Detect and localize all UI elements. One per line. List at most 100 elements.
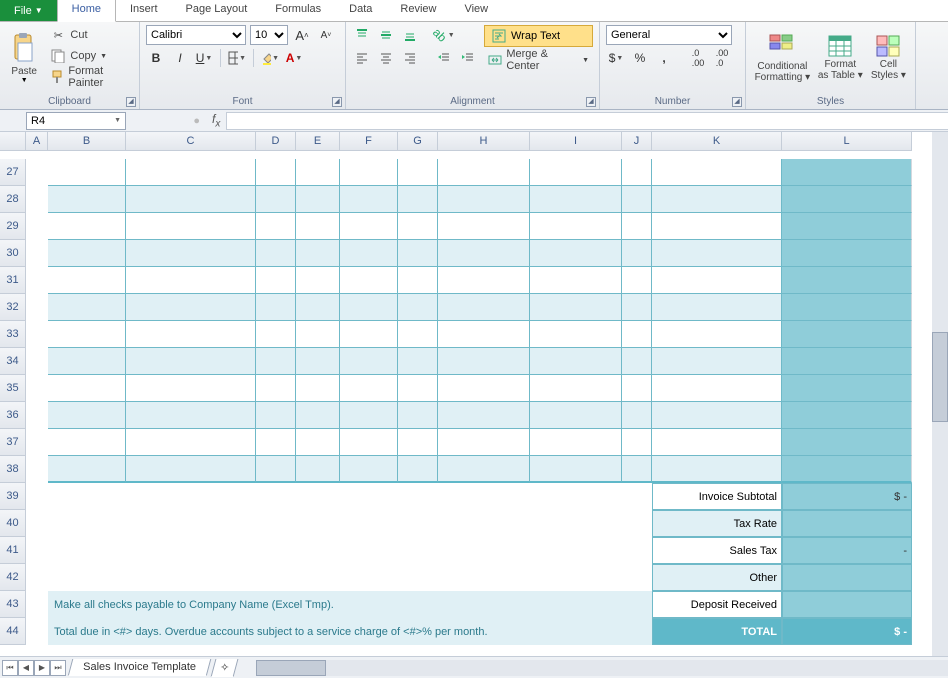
decrease-font-button[interactable]: A˅ xyxy=(316,25,336,45)
cell-C27[interactable] xyxy=(126,159,256,186)
row-header-42[interactable]: 42 xyxy=(0,564,26,591)
cell-H32[interactable] xyxy=(438,294,530,321)
cell-C39[interactable] xyxy=(126,483,256,510)
cell-H39[interactable] xyxy=(438,483,530,510)
cell-G36[interactable] xyxy=(398,402,438,429)
cell-F37[interactable] xyxy=(340,429,398,456)
cell-F36[interactable] xyxy=(340,402,398,429)
cell-B32[interactable] xyxy=(48,294,126,321)
vertical-scrollbar[interactable] xyxy=(932,132,948,656)
cell-J30[interactable] xyxy=(622,240,652,267)
format-painter-button[interactable]: Format Painter xyxy=(46,67,133,87)
cell-B39[interactable] xyxy=(48,483,126,510)
row-header-44[interactable]: 44 xyxy=(0,618,26,645)
cell-K39[interactable]: Invoice Subtotal xyxy=(652,483,782,510)
align-middle-button[interactable] xyxy=(376,25,396,45)
row-header-43[interactable]: 43 xyxy=(0,591,26,618)
cell-G39[interactable] xyxy=(398,483,438,510)
cell-J36[interactable] xyxy=(622,402,652,429)
cell-H40[interactable] xyxy=(438,510,530,537)
decrease-indent-button[interactable] xyxy=(434,48,454,68)
cell-L28[interactable] xyxy=(782,186,912,213)
cell-I33[interactable] xyxy=(530,321,622,348)
row-header-41[interactable]: 41 xyxy=(0,537,26,564)
cell-C41[interactable] xyxy=(126,537,256,564)
cell-G28[interactable] xyxy=(398,186,438,213)
column-header-E[interactable]: E xyxy=(296,132,340,151)
horizontal-scrollbar[interactable] xyxy=(256,660,948,676)
fx-icon[interactable]: fx xyxy=(212,112,220,129)
cell-B38[interactable] xyxy=(48,456,126,483)
cell-H27[interactable] xyxy=(438,159,530,186)
cell-B44[interactable]: Total due in <#> days. Overdue accounts … xyxy=(48,618,652,645)
number-format-select[interactable]: General xyxy=(606,25,732,45)
cell-A28[interactable] xyxy=(26,186,48,213)
cell-K33[interactable] xyxy=(652,321,782,348)
tab-page-layout[interactable]: Page Layout xyxy=(172,0,262,21)
cell-E36[interactable] xyxy=(296,402,340,429)
cell-L27[interactable] xyxy=(782,159,912,186)
cell-I29[interactable] xyxy=(530,213,622,240)
cell-D34[interactable] xyxy=(256,348,296,375)
cell-E37[interactable] xyxy=(296,429,340,456)
row-header-38[interactable]: 38 xyxy=(0,456,26,483)
borders-button[interactable]: ▼ xyxy=(227,48,247,68)
decrease-decimal-button[interactable]: .00.0 xyxy=(712,48,732,68)
tab-file[interactable]: File▼ xyxy=(0,0,57,21)
cell-D42[interactable] xyxy=(256,564,296,591)
cell-L40[interactable] xyxy=(782,510,912,537)
cell-J38[interactable] xyxy=(622,456,652,483)
cell-H34[interactable] xyxy=(438,348,530,375)
percent-format-button[interactable]: % xyxy=(630,48,650,68)
merge-center-button[interactable]: Merge & Center▼ xyxy=(484,50,593,70)
fill-color-button[interactable]: ▼ xyxy=(260,48,280,68)
cell-J42[interactable] xyxy=(622,564,652,591)
row-header-32[interactable]: 32 xyxy=(0,294,26,321)
cell-C42[interactable] xyxy=(126,564,256,591)
cell-I40[interactable] xyxy=(530,510,622,537)
cell-L32[interactable] xyxy=(782,294,912,321)
cell-J27[interactable] xyxy=(622,159,652,186)
cell-A27[interactable] xyxy=(26,159,48,186)
cell-K36[interactable] xyxy=(652,402,782,429)
comma-format-button[interactable]: , xyxy=(654,48,674,68)
cell-H38[interactable] xyxy=(438,456,530,483)
sheet-nav-next[interactable]: ▶ xyxy=(34,660,50,676)
column-header-C[interactable]: C xyxy=(126,132,256,151)
cell-B37[interactable] xyxy=(48,429,126,456)
cell-F27[interactable] xyxy=(340,159,398,186)
cell-L29[interactable] xyxy=(782,213,912,240)
cell-K32[interactable] xyxy=(652,294,782,321)
cell-C38[interactable] xyxy=(126,456,256,483)
cell-H37[interactable] xyxy=(438,429,530,456)
cell-I39[interactable] xyxy=(530,483,622,510)
cell-G27[interactable] xyxy=(398,159,438,186)
cell-K28[interactable] xyxy=(652,186,782,213)
cell-F30[interactable] xyxy=(340,240,398,267)
alignment-dialog-launcher[interactable]: ◢ xyxy=(586,97,596,107)
cell-A32[interactable] xyxy=(26,294,48,321)
paste-button[interactable]: Paste ▼ xyxy=(6,25,42,91)
cell-L33[interactable] xyxy=(782,321,912,348)
formula-input[interactable] xyxy=(226,112,948,130)
cell-I27[interactable] xyxy=(530,159,622,186)
sheet-nav-prev[interactable]: ◀ xyxy=(18,660,34,676)
row-header-30[interactable]: 30 xyxy=(0,240,26,267)
cell-A34[interactable] xyxy=(26,348,48,375)
row-header-35[interactable]: 35 xyxy=(0,375,26,402)
cell-D30[interactable] xyxy=(256,240,296,267)
cell-B42[interactable] xyxy=(48,564,126,591)
tab-insert[interactable]: Insert xyxy=(116,0,172,21)
cell-H36[interactable] xyxy=(438,402,530,429)
cell-F32[interactable] xyxy=(340,294,398,321)
cell-L34[interactable] xyxy=(782,348,912,375)
cell-A29[interactable] xyxy=(26,213,48,240)
align-right-button[interactable] xyxy=(400,48,420,68)
cell-A31[interactable] xyxy=(26,267,48,294)
column-header-A[interactable]: A xyxy=(26,132,48,151)
increase-indent-button[interactable] xyxy=(458,48,478,68)
cell-C37[interactable] xyxy=(126,429,256,456)
cell-F31[interactable] xyxy=(340,267,398,294)
cell-L35[interactable] xyxy=(782,375,912,402)
cell-A39[interactable] xyxy=(26,483,48,510)
